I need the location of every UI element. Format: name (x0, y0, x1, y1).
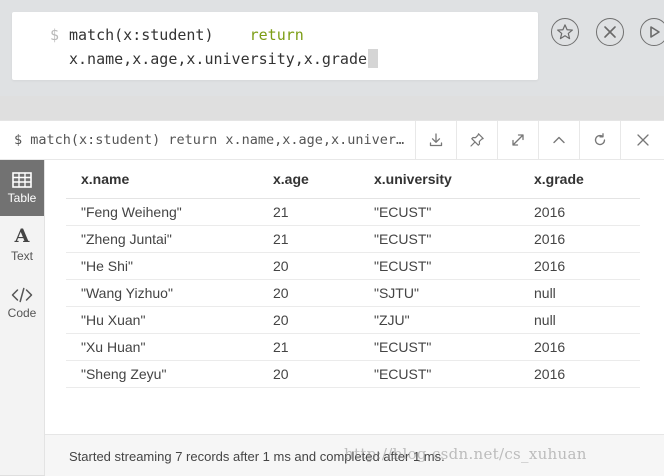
table-cell: null (519, 306, 640, 334)
editor-line-2: x.name,x.age,x.university,x.grade (69, 49, 379, 68)
table-cell: "Zheng Juntai" (66, 225, 258, 253)
table-row: "Feng Weiheng" 21 "ECUST" 2016 (66, 198, 640, 226)
frame-title[interactable]: $ match(x:student) return x.name,x.age,x… (14, 132, 409, 148)
table-cell: "ZJU" (359, 306, 519, 334)
favorite-button[interactable] (551, 18, 579, 46)
run-query-button[interactable] (640, 18, 664, 46)
rerun-button[interactable] (579, 121, 619, 159)
table-cell: null (519, 279, 640, 307)
table-cell: "ECUST" (359, 225, 519, 253)
column-header: x.name (66, 160, 258, 199)
tab-table-label: Table (7, 190, 37, 205)
collapse-button[interactable] (538, 121, 578, 159)
download-icon (429, 133, 442, 147)
table-row: "He Shi" 20 "ECUST" 2016 (66, 252, 640, 280)
pin-button[interactable] (456, 121, 496, 159)
column-header: x.age (258, 160, 359, 199)
table-row: "Wang Yizhuo" 20 "SJTU" null (66, 279, 640, 307)
expand-icon (511, 134, 524, 146)
table-cell: 21 (258, 225, 359, 253)
editor-prompt: $ (50, 26, 60, 44)
table-header-row: x.name x.age x.university x.grade (66, 160, 640, 199)
editor-bar: $ match(x:student) return x.name,x.age,x… (0, 0, 664, 96)
table-cell: "ECUST" (359, 360, 519, 388)
table-cell: "ECUST" (359, 198, 519, 226)
table-cell: 2016 (519, 198, 640, 226)
editor-line-1: match(x:student) return (69, 26, 304, 44)
table-cell: 20 (258, 360, 359, 388)
table-cell: "Hu Xuan" (66, 306, 258, 334)
table-cell: 20 (258, 306, 359, 334)
table-cell: "ECUST" (359, 252, 519, 280)
table-row: "Zheng Juntai" 21 "ECUST" 2016 (66, 225, 640, 253)
table-row: "Sheng Zeyu" 20 "ECUST" 2016 (66, 360, 640, 388)
table-cell: 2016 (519, 360, 640, 388)
column-header: x.university (359, 160, 519, 199)
pin-icon (469, 133, 484, 147)
tab-code-label: Code (7, 305, 37, 320)
close-icon (636, 134, 649, 146)
fullscreen-button[interactable] (497, 121, 537, 159)
table-icon (12, 171, 32, 188)
frame-header: $ match(x:student) return x.name,x.age,x… (0, 121, 664, 160)
query-editor[interactable]: $ match(x:student) return x.name,x.age,x… (12, 12, 538, 80)
close-icon (604, 26, 616, 38)
results-table: x.name x.age x.university x.grade "Feng … (66, 160, 640, 388)
play-icon (650, 26, 660, 38)
table-cell: "Xu Huan" (66, 333, 258, 361)
table-cell: "Feng Weiheng" (66, 198, 258, 226)
table-cell: 20 (258, 252, 359, 280)
tab-text[interactable]: A Text (0, 217, 44, 273)
clear-editor-button[interactable] (596, 18, 624, 46)
table-cell: 21 (258, 198, 359, 226)
star-icon (557, 24, 573, 40)
close-frame-button[interactable] (620, 121, 664, 159)
table-cell: 21 (258, 333, 359, 361)
tab-code[interactable]: Code (0, 275, 44, 331)
column-header: x.grade (519, 160, 640, 199)
table-cell: 2016 (519, 333, 640, 361)
export-button[interactable] (415, 121, 455, 159)
query-return-keyword: return (249, 26, 304, 44)
table-row: "Hu Xuan" 20 "ZJU" null (66, 306, 640, 334)
watermark: http://blog.csdn.net/cs_xuhuan (344, 445, 587, 463)
refresh-icon (594, 133, 605, 146)
text-icon: A (14, 225, 30, 247)
table-row: "Xu Huan" 21 "ECUST" 2016 (66, 333, 640, 361)
query-match-clause: match(x:student) (69, 26, 214, 44)
table-cell: 2016 (519, 225, 640, 253)
view-sidebar: Table A Text Code (0, 160, 45, 475)
table-cell: 20 (258, 279, 359, 307)
code-icon (11, 287, 33, 302)
chevron-up-icon (552, 136, 565, 144)
table-cell: "He Shi" (66, 252, 258, 280)
tab-text-label: Text (10, 249, 33, 263)
table-cell: "ECUST" (359, 333, 519, 361)
result-frame: $ match(x:student) return x.name,x.age,x… (0, 120, 664, 476)
table-cell: "Sheng Zeyu" (66, 360, 258, 388)
query-return-fields: x.name,x.age,x.university,x.grade (69, 50, 368, 68)
text-cursor (368, 49, 379, 68)
table-cell: "SJTU" (359, 279, 519, 307)
table-cell: "Wang Yizhuo" (66, 279, 258, 307)
tab-table[interactable]: Table (0, 160, 44, 216)
table-cell: 2016 (519, 252, 640, 280)
